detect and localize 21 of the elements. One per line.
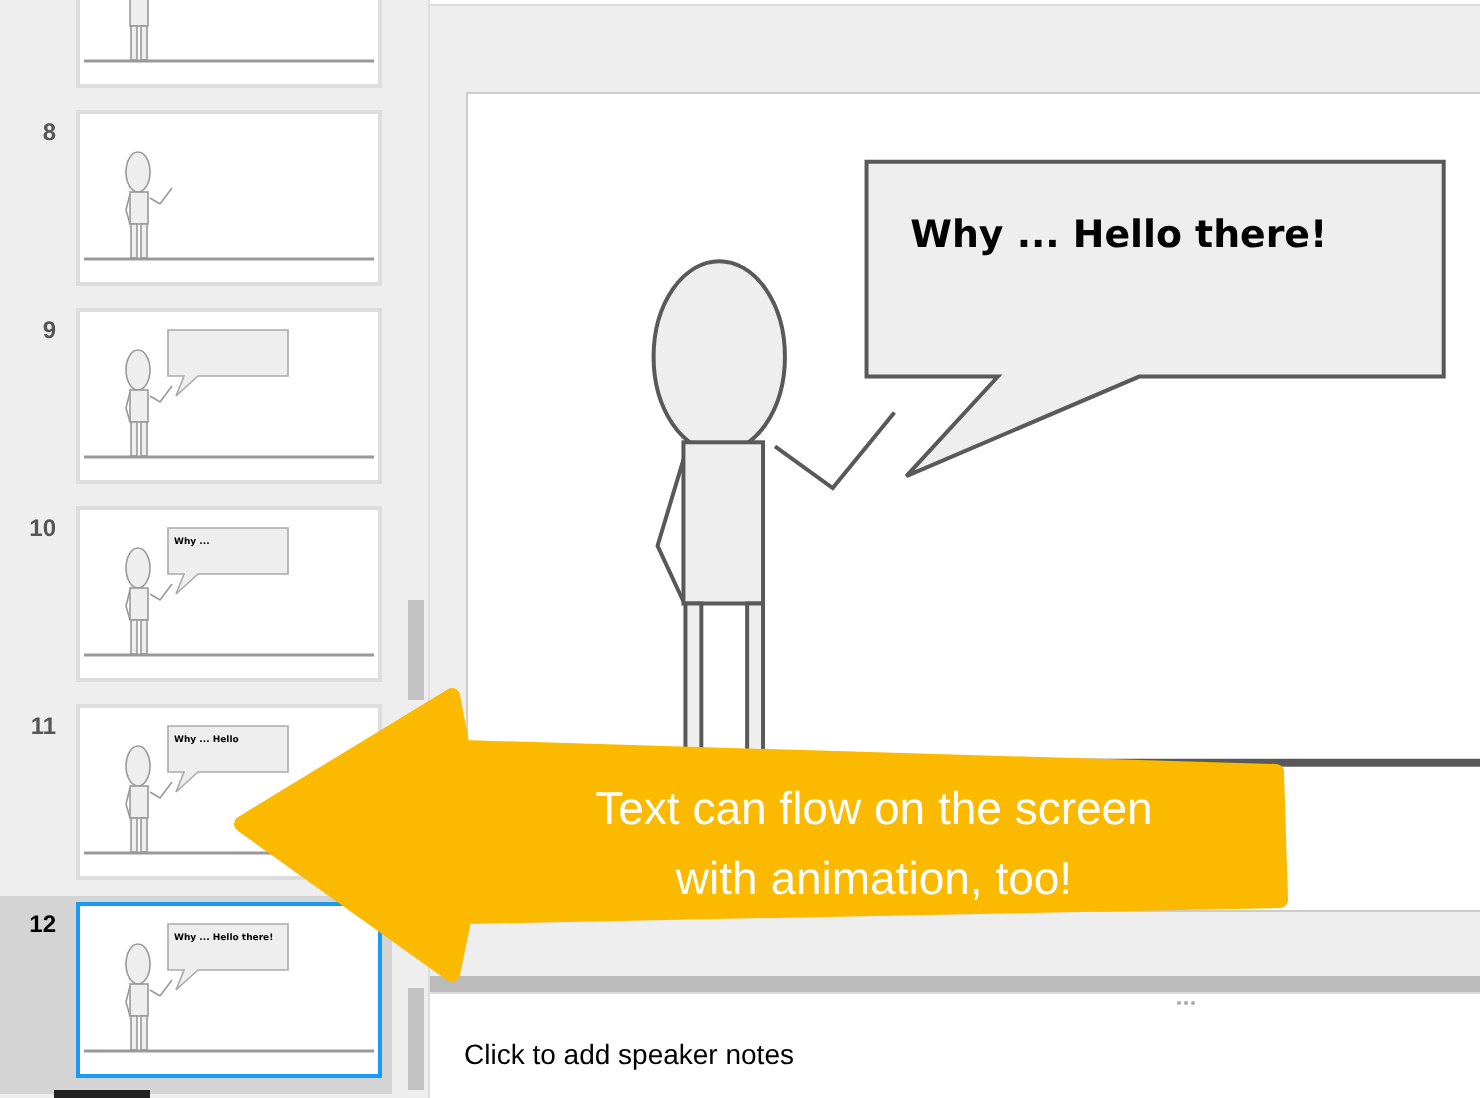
stick-figure-drawing [125,349,173,457]
stick-figure-drawing [125,547,173,655]
speaker-notes-field[interactable]: Click to add speaker notes [464,1034,794,1076]
slide-number: 12 [27,908,56,942]
stick-figure-drawing [129,0,149,61]
drag-handle-icon[interactable] [1176,1000,1196,1006]
bubble-text: Why ... Hello there! [910,213,1328,258]
stick-figure-drawing [125,943,173,1051]
slide-thumbnail[interactable] [76,308,382,484]
scroll-indicator [54,1090,150,1098]
horizontal-scrollbar[interactable] [430,976,1480,992]
callout-text: Text can flow on the screen with animation, too! [593,780,1155,908]
scrollbar-track-segment[interactable] [408,988,424,1090]
slide-number: 9 [40,314,56,348]
slide-thumbnail[interactable] [76,110,382,286]
scrollbar-thumb[interactable] [408,600,424,700]
slide-number: 11 [28,710,56,744]
slide-number: 10 [27,512,56,546]
slide-number: 8 [40,116,56,150]
stick-figure-drawing [125,151,173,259]
stick-figure-drawing [125,745,173,853]
